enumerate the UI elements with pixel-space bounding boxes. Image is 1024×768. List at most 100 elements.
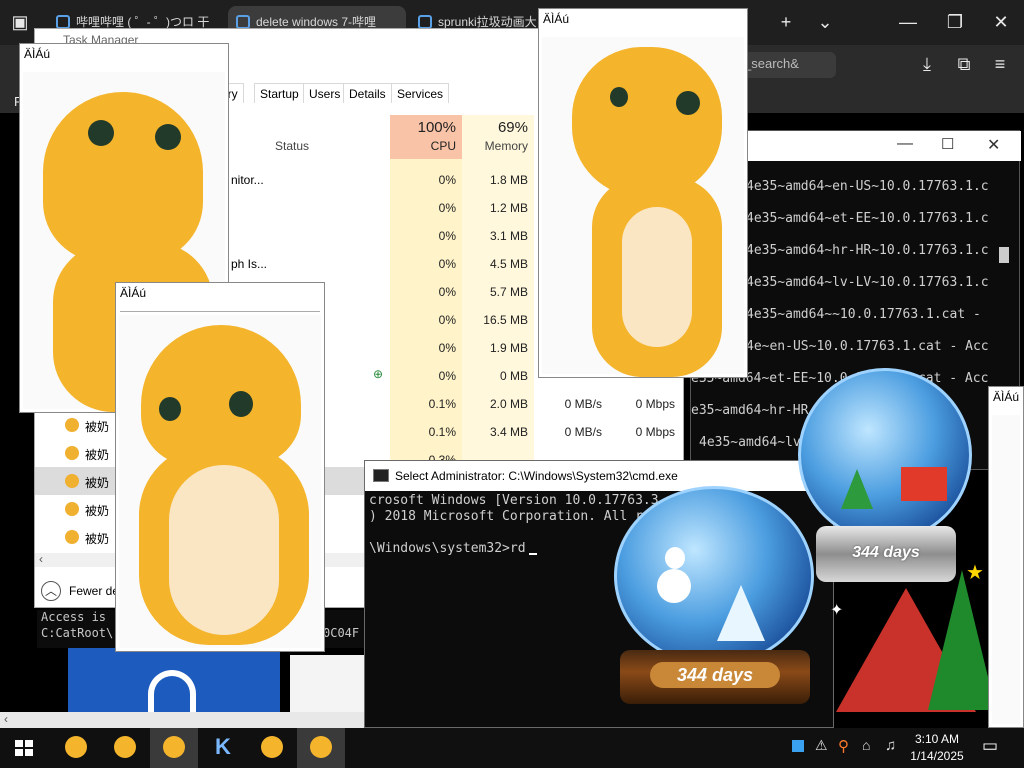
duck-process-icon [65, 502, 79, 516]
scroll-left-icon[interactable]: ‹ [4, 712, 8, 726]
console-line: 4e35~amd64~~10.0.17763.1.cat - [746, 307, 981, 322]
snow-globe-sphere [614, 486, 814, 666]
tab-services[interactable]: Services [391, 83, 450, 103]
duck-eye-icon [676, 91, 700, 115]
duck-belly-shape [169, 465, 279, 635]
duck-app-icon [261, 736, 283, 758]
console-line: 4e35~amd64~lv- [699, 435, 809, 450]
duck-eye-icon [88, 120, 114, 146]
duck-belly-shape [622, 207, 692, 347]
cpu-cell: 0.1% [428, 397, 456, 411]
close-icon[interactable]: ✕ [987, 135, 1000, 155]
snowy-tree-icon [717, 585, 765, 641]
tray-app-icon[interactable] [792, 740, 804, 752]
process-name-partial: nitor... [231, 173, 264, 187]
snow-globe-widget[interactable]: 344 days [796, 368, 976, 588]
minimize-icon[interactable]: — [896, 10, 920, 34]
popup-window[interactable]: ÄÌÁú [115, 282, 325, 652]
sparkle-icon: ✦ [830, 602, 844, 619]
horizontal-scrollbar[interactable]: ‹ [0, 712, 364, 728]
chevron-up-icon: ︿ [41, 581, 61, 601]
popup-title: ÄÌÁú [993, 390, 1020, 404]
maximize-icon[interactable]: ❐ [943, 10, 967, 34]
christmas-tree-icon [928, 570, 996, 710]
address-bar[interactable]: _search& [738, 52, 836, 78]
new-tab-icon[interactable]: + [774, 10, 798, 34]
windows-logo-icon [25, 740, 33, 747]
globe-base: 344 days [620, 650, 810, 704]
memory-column-header[interactable]: 69% Memory [462, 115, 534, 159]
memory-cell: 4.5 MB [489, 257, 528, 271]
duck-process-icon [65, 446, 79, 460]
memory-cell: 1.8 MB [489, 173, 528, 187]
windows-logo-icon [15, 749, 23, 756]
snow-globe-widget[interactable]: 344 days [610, 486, 820, 710]
start-button[interactable] [0, 728, 48, 768]
taskbar-app-duck[interactable] [297, 728, 345, 768]
cmd-app-icon [373, 469, 389, 482]
tray-security-icon[interactable]: ⚠ [815, 737, 828, 754]
console-input-line[interactable]: \Windows\system32>rd [369, 541, 526, 556]
tab-details[interactable]: Details [343, 83, 392, 103]
fewer-details-label: Fewer de [69, 584, 120, 598]
maximize-icon[interactable]: ☐ [941, 135, 954, 153]
console-line: 4e35~amd64~hr-HR~10.0.17763.1.c [746, 243, 989, 258]
volume-icon[interactable]: ♫ [885, 737, 896, 754]
duck-character-image [119, 315, 321, 648]
windows-logo-icon [15, 740, 23, 747]
network-icon[interactable]: ⌂ [862, 737, 870, 753]
popup-window[interactable]: ÄÌÁú [538, 8, 748, 378]
scroll-left-icon[interactable]: ‹ [39, 552, 43, 566]
memory-cell: 2.0 MB [489, 397, 528, 411]
memory-cell: 5.7 MB [489, 285, 528, 299]
process-name-partial: ph Is... [231, 257, 268, 271]
leaf-icon: ⊕ [373, 367, 384, 381]
download-icon[interactable]: ⤓ [915, 52, 939, 76]
taskbar-app-duck[interactable] [248, 728, 296, 768]
tab-startup[interactable]: Startup [254, 83, 305, 103]
taskbar-app-duck[interactable] [101, 728, 149, 768]
duck-process-icon [65, 530, 79, 544]
process-name: 被奶 [85, 420, 110, 434]
extensions-icon[interactable]: ⧉ [952, 52, 976, 76]
cpu-percent: 100% [417, 119, 456, 136]
duck-app-icon [114, 736, 136, 758]
cpu-cell: 0% [438, 257, 456, 271]
console-line: e35~amd64~hr-HR [691, 403, 809, 418]
minimize-icon[interactable]: — [897, 135, 913, 153]
memory-cell: 3.1 MB [489, 229, 528, 243]
duck-app-icon [310, 736, 332, 758]
memory-cell: 3.4 MB [489, 425, 528, 439]
duck-eye-icon [610, 87, 628, 107]
process-name: 被奶 [85, 532, 110, 546]
process-name: 被奶 [85, 476, 110, 490]
taskbar-app-duck[interactable] [52, 728, 100, 768]
notification-icon[interactable]: ▭ [982, 736, 998, 756]
snow-globe-sphere [798, 368, 972, 542]
console-line: 4e35~amd64~en-US~10.0.17763.1.c [746, 179, 989, 194]
tab-actions-icon[interactable]: ▣ [8, 10, 32, 34]
memory-cell: 16.5 MB [483, 313, 528, 327]
cpu-cell: 0% [438, 173, 456, 187]
cpu-cell: 0% [438, 285, 456, 299]
days-counter: 344 days [852, 544, 920, 561]
status-column-header[interactable]: Status [275, 115, 375, 159]
text-cursor [529, 553, 537, 555]
chevron-down-icon[interactable]: ⌄ [813, 10, 837, 34]
cpu-column-header[interactable]: 100% CPU [390, 115, 462, 159]
tray-search-icon[interactable]: ⚲ [838, 737, 849, 755]
popup-window[interactable]: ÄÌÁú [988, 386, 1024, 728]
close-icon[interactable]: ✕ [989, 10, 1013, 34]
console-line: C:CatRoot\ [41, 626, 114, 640]
cpu-label: CPU [430, 139, 456, 153]
snowman-head-icon [665, 547, 685, 569]
hamburger-menu-icon[interactable]: ≡ [988, 52, 1012, 76]
disk-cell: 0 MB/s [564, 397, 602, 411]
tab-favicon-icon [56, 15, 70, 29]
taskbar-app-k[interactable]: K [199, 728, 247, 768]
taskbar-app-duck[interactable] [150, 728, 198, 768]
tab-users[interactable]: Users [303, 83, 347, 103]
console-line: 0C04F [323, 626, 360, 640]
clock[interactable]: 3:10 AM 1/14/2025 [902, 728, 974, 768]
console-scroll-thumb[interactable] [999, 247, 1009, 263]
